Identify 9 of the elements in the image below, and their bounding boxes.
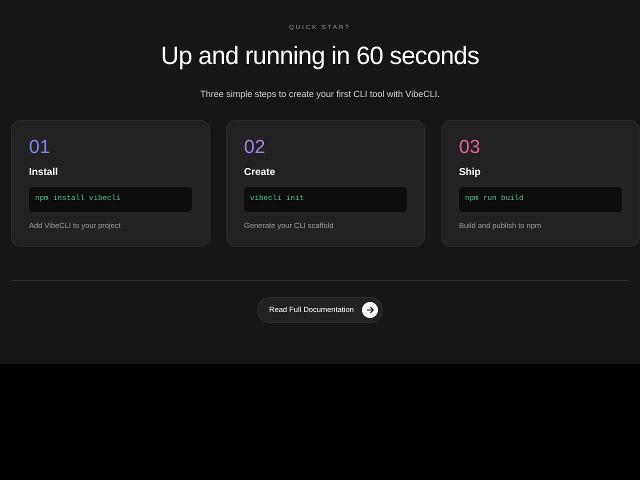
step-title: Ship xyxy=(459,166,482,180)
arrow-right-icon xyxy=(362,302,378,318)
step-title: Install xyxy=(29,166,59,180)
step-title: Create xyxy=(244,166,276,180)
section-subtitle: Three simple steps to create your first CLI tool with VibeCLI. xyxy=(199,88,441,101)
step-number: 02 xyxy=(244,137,266,159)
step-number: 01 xyxy=(29,137,52,159)
section-title: Up and running in 60 seconds xyxy=(160,41,480,71)
step-number: 03 xyxy=(459,137,482,159)
